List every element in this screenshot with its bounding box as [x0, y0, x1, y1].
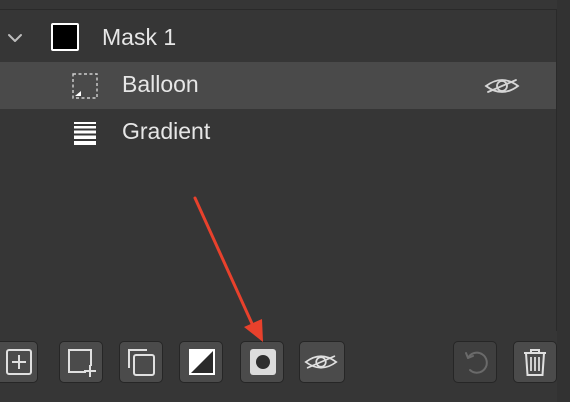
panel-top-divider: [0, 9, 557, 10]
add-layer-button[interactable]: [0, 341, 38, 383]
duplicate-layer-button[interactable]: [119, 341, 163, 383]
add-child-layer-button[interactable]: [59, 341, 103, 383]
fill-circle-icon: [250, 349, 276, 375]
layer-label-mask-1: Mask 1: [102, 24, 177, 50]
fill-layer-button[interactable]: [240, 341, 284, 383]
mask-thumbnail-icon: [51, 23, 79, 51]
layer-label-gradient: Gradient: [122, 118, 211, 144]
layer-label-balloon: Balloon: [122, 71, 199, 97]
layers-panel: Mask 1 Balloon Gradient: [0, 0, 570, 402]
eye-hidden-icon[interactable]: [483, 73, 521, 99]
add-mask-button[interactable]: [179, 341, 223, 383]
revert-button[interactable]: [453, 341, 497, 383]
scrollbar-track[interactable]: [557, 0, 570, 402]
undo-icon: [465, 351, 488, 374]
chevron-down-icon[interactable]: [5, 28, 25, 48]
layer-row-gradient[interactable]: Gradient: [0, 109, 556, 156]
layer-row-balloon[interactable]: Balloon: [0, 62, 556, 109]
delete-layer-button[interactable]: [513, 341, 557, 383]
add-icon: [6, 349, 32, 375]
layer-row-mask-1[interactable]: Mask 1: [0, 14, 556, 61]
selection-shape-icon: [72, 73, 98, 99]
mask-icon: [189, 349, 215, 375]
duplicate-icon: [128, 349, 155, 376]
eye-hidden-icon: [304, 355, 338, 369]
add-child-icon: [68, 349, 96, 377]
trash-icon: [524, 349, 546, 376]
toggle-visibility-button[interactable]: [299, 341, 345, 383]
gradient-icon: [74, 122, 96, 145]
